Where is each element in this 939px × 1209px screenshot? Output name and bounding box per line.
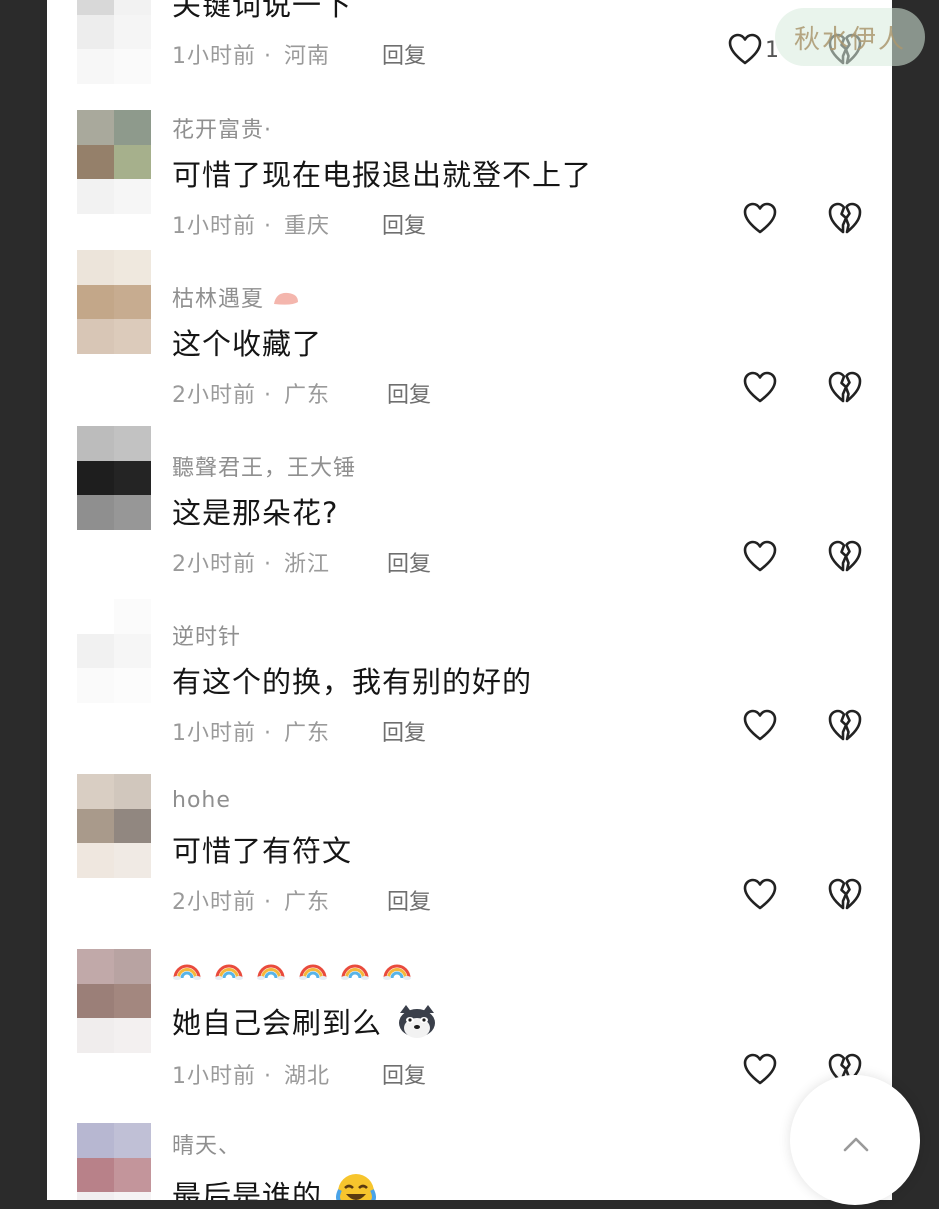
comment-author-rainbow-emojis[interactable] bbox=[172, 955, 424, 980]
comment-item: 花开富贵· 可惜了现在电报退出就登不上了 1小时前 · 重庆 回复 bbox=[47, 0, 892, 239]
scroll-to-top-button[interactable] bbox=[790, 1075, 920, 1205]
rainbow-emoji-icon bbox=[172, 956, 202, 980]
comment-item: 逆时针 有这个的换，我有别的好的 1小时前 · 广东 回复 bbox=[47, 507, 892, 746]
comment-author[interactable]: hohe bbox=[172, 788, 231, 813]
comment-author-name: 枯林遇夏 bbox=[172, 287, 265, 312]
comment-text-content: 最后是谁的 bbox=[172, 1179, 323, 1200]
comment-item: 聽聲君王，王大锤 这是那朵花? 2小时前 · 浙江 回复 bbox=[47, 338, 892, 577]
watermark-logo: 秋水伊人 bbox=[775, 8, 925, 66]
comment-author[interactable]: 枯林遇夏 bbox=[172, 281, 300, 313]
rainbow-emoji-icon bbox=[256, 956, 286, 980]
peach-emoji-icon bbox=[274, 292, 299, 305]
comment-item: 枯林遇夏 这个收藏了 2小时前 · 广东 回复 bbox=[47, 169, 892, 408]
comment-item: 晴天、 最后是谁的 bbox=[47, 1020, 892, 1200]
rainbow-emoji-icon bbox=[340, 956, 370, 980]
rainbow-emoji-icon bbox=[382, 956, 412, 980]
comment-item: hohe 可惜了有符文 2小时前 · 广东 回复 bbox=[47, 676, 892, 915]
rainbow-emoji-icon bbox=[298, 956, 328, 980]
crying-laughing-emoji-icon bbox=[336, 1174, 377, 1200]
chevron-up-icon bbox=[843, 1137, 869, 1152]
comment-list[interactable]: 关键词说一下 1小时前 · 河南 回复 1 花开富贵· 可惜了现在电报退出就登不… bbox=[47, 0, 892, 1200]
comment-author[interactable]: 逆时针 bbox=[172, 619, 241, 651]
comment-text: 最后是谁的 bbox=[172, 1172, 377, 1200]
comment-author[interactable]: 花开富贵· bbox=[172, 112, 272, 144]
rainbow-emoji-icon bbox=[214, 956, 244, 980]
comment-item: 她自己会刷到么 1小时前 · 湖北 回复 bbox=[47, 845, 892, 1089]
comment-author[interactable]: 聽聲君王，王大锤 bbox=[172, 450, 356, 482]
avatar[interactable] bbox=[77, 1123, 151, 1200]
comment-author[interactable]: 晴天、 bbox=[172, 1128, 241, 1160]
